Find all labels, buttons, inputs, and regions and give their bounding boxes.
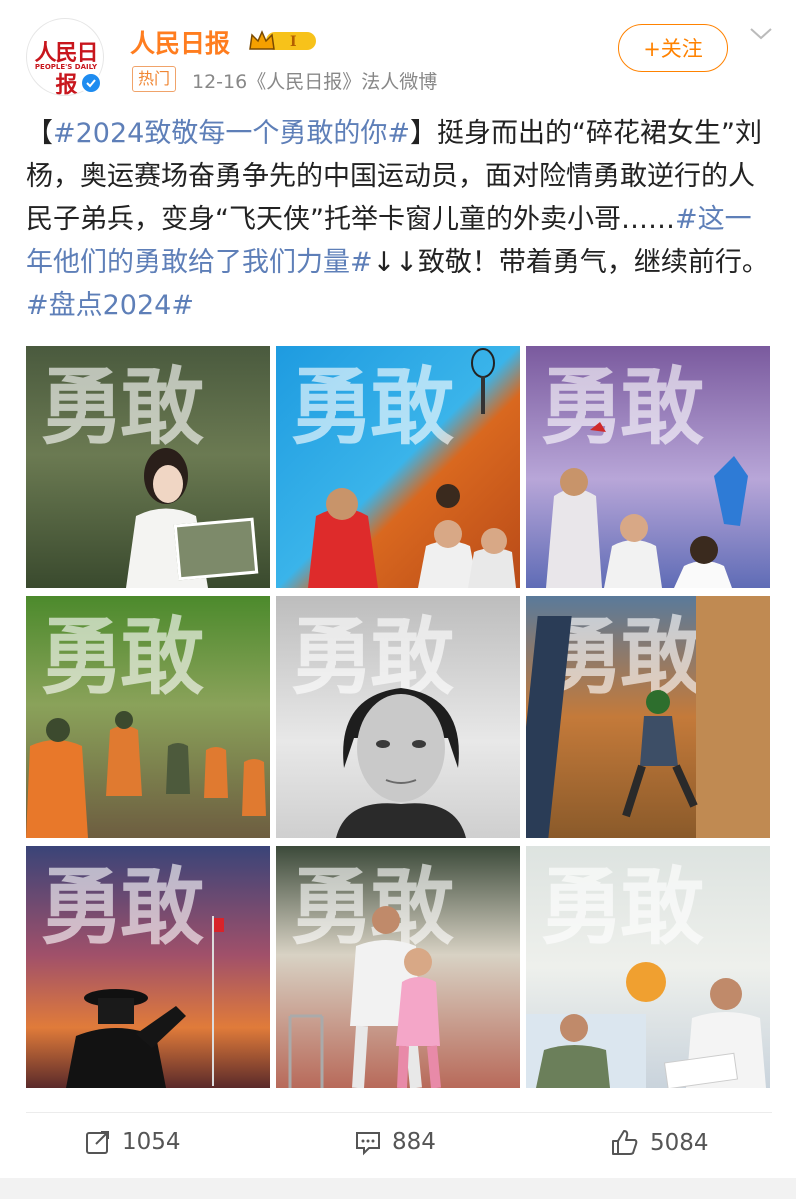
repost-button[interactable]: 1054 bbox=[84, 1128, 181, 1156]
post-header: 人民日报 PEOPLE'S DAILY 人民日报 I 热门 12-16《人民日报… bbox=[0, 0, 796, 110]
image-tile[interactable]: 勇敢 bbox=[526, 846, 770, 1088]
image-tile[interactable]: 勇敢 bbox=[26, 846, 270, 1088]
repost-icon bbox=[86, 1131, 109, 1154]
like-button[interactable]: 5084 bbox=[610, 1128, 709, 1158]
badge-level: I bbox=[290, 34, 297, 50]
account-name[interactable]: 人民日报 bbox=[130, 24, 230, 60]
action-bar: 1054 884 5084 bbox=[0, 1114, 796, 1174]
post-meta: 12-16《人民日报》法人微博 bbox=[192, 71, 438, 93]
bottom-separator bbox=[0, 1178, 796, 1199]
image-overlay-text: 勇敢 bbox=[40, 357, 204, 456]
athletes-figure bbox=[546, 422, 748, 588]
post-body: 【#2024致敬每一个勇敢的你#】挺身而出的“碎花裙女生”刘杨，奥运赛场奋勇争先… bbox=[26, 112, 772, 327]
athletes-figure bbox=[308, 484, 516, 588]
image-overlay-text: 勇敢 bbox=[40, 607, 204, 706]
image-tile[interactable]: 勇敢 bbox=[26, 346, 270, 588]
image-grid: 勇敢 勇敢 勇敢 勇敢 勇敢 勇敢 勇敢 勇敢 勇敢 bbox=[26, 346, 770, 1090]
bracket-open: 【 bbox=[26, 118, 53, 149]
topic-link[interactable]: #盘点2024# bbox=[26, 290, 194, 321]
topic-link[interactable]: #2024致敬每一个勇敢的你# bbox=[53, 118, 410, 149]
hot-tag: 热门 bbox=[132, 66, 177, 92]
building-wall bbox=[696, 596, 770, 838]
image-overlay-text: 勇敢 bbox=[40, 857, 204, 956]
verified-icon bbox=[80, 72, 102, 94]
like-count: 5084 bbox=[650, 1130, 709, 1156]
thumbs-up-icon bbox=[612, 1130, 638, 1155]
portrait-figure bbox=[336, 688, 466, 838]
comment-icon bbox=[356, 1132, 380, 1156]
soldiers-figure bbox=[26, 711, 266, 838]
image-tile[interactable]: 勇敢 bbox=[26, 596, 270, 838]
climber-figure bbox=[622, 690, 698, 818]
racket-icon bbox=[471, 348, 495, 414]
image-tile[interactable]: 勇敢 bbox=[276, 846, 520, 1088]
avatar-subtitle: PEOPLE'S DAILY bbox=[34, 63, 98, 71]
comment-count: 884 bbox=[392, 1129, 436, 1155]
hospital-figure bbox=[526, 962, 766, 1088]
image-overlay-text: 勇敢 bbox=[290, 357, 454, 456]
image-overlay-text: 勇敢 bbox=[540, 857, 704, 956]
building-edge bbox=[526, 616, 572, 838]
image-tile[interactable]: 勇敢 bbox=[276, 596, 520, 838]
member-badge-icon: I bbox=[249, 30, 316, 50]
post-text: ↓↓致敬！带着勇气，继续前行。 bbox=[372, 247, 769, 278]
image-tile[interactable]: 勇敢 bbox=[526, 346, 770, 588]
soldier-salute-figure bbox=[66, 989, 186, 1088]
chevron-down-icon[interactable] bbox=[748, 24, 774, 42]
image-tile[interactable]: 勇敢 bbox=[526, 596, 770, 838]
repost-count: 1054 bbox=[122, 1129, 181, 1155]
bracket-close: 】 bbox=[409, 118, 437, 149]
mother-child-figure bbox=[288, 906, 441, 1088]
inset-photo bbox=[173, 517, 259, 581]
follow-button[interactable]: +关注 bbox=[618, 24, 728, 72]
image-tile[interactable]: 勇敢 bbox=[276, 346, 520, 588]
comment-button[interactable]: 884 bbox=[354, 1128, 436, 1156]
divider bbox=[26, 1112, 772, 1113]
